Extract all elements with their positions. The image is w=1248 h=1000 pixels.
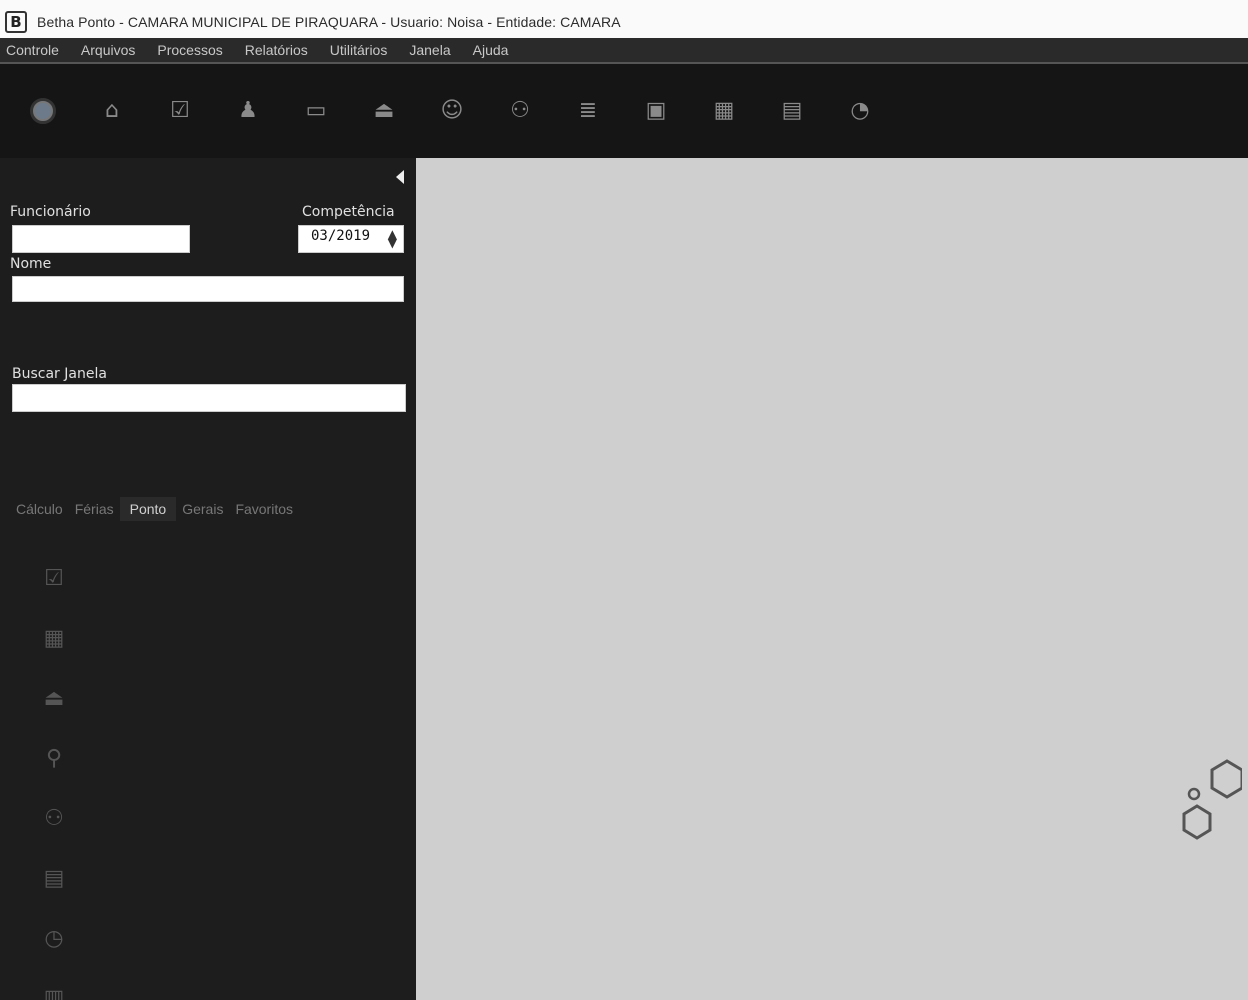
tab-ferias[interactable]: Férias — [69, 498, 120, 520]
competencia-label: Competência — [302, 204, 395, 220]
competencia-value: 03/2019 — [311, 228, 371, 244]
nome-label: Nome — [10, 256, 52, 272]
notification-icon[interactable]: ◔ — [848, 99, 872, 123]
card-icon[interactable]: ▭ — [304, 99, 328, 123]
funcionario-label: Funcionário — [10, 204, 91, 220]
menu-arquivos[interactable]: Arquivos — [81, 42, 135, 58]
list-item[interactable]: ⏏ — [38, 668, 398, 728]
spinner-arrows-icon[interactable]: ▲ ▼ — [388, 228, 397, 249]
main-workspace — [416, 158, 1248, 1000]
sidebar-tabs: Cálculo Férias Ponto Gerais Favoritos — [10, 495, 410, 523]
calendar-check-icon[interactable]: ▤ — [780, 99, 804, 123]
competencia-stepper[interactable]: 03/2019 ▲ ▼ — [298, 225, 404, 253]
menu-bar: Controle Arquivos Processos Relatórios U… — [0, 38, 1248, 64]
list-item[interactable]: ▦ — [38, 608, 398, 668]
users-icon[interactable]: ⚇ — [508, 99, 532, 123]
list-item[interactable]: ◷ — [38, 908, 398, 968]
list-item[interactable]: ⚲ — [38, 728, 398, 788]
calendar-icon: ▦ — [43, 625, 65, 651]
calendar-icon[interactable]: ▣ — [644, 99, 668, 123]
menu-controle[interactable]: Controle — [6, 42, 59, 58]
tab-gerais[interactable]: Gerais — [176, 498, 229, 520]
hexagon-watermark-icon — [1182, 759, 1242, 840]
list-item[interactable]: ⚇ — [38, 788, 398, 848]
checkbox-icon: ☑ — [44, 565, 64, 591]
list-icon[interactable]: ≣ — [576, 99, 600, 123]
funcionario-input[interactable] — [12, 225, 190, 253]
tab-ponto[interactable]: Ponto — [119, 497, 177, 521]
tab-favoritos[interactable]: Favoritos — [229, 498, 299, 520]
feature-list: ☑ ▦ ⏏ ⚲ ⚇ ▤ ◷ ▥ — [38, 548, 398, 1000]
pin-icon: ⚲ — [45, 745, 63, 771]
clock-icon: ◷ — [44, 925, 64, 951]
menu-janela[interactable]: Janela — [409, 42, 450, 58]
list-item[interactable]: ▤ — [38, 848, 398, 908]
sidebar: Funcionário Competência 03/2019 ▲ ▼ Nome … — [0, 158, 416, 1000]
user-icon[interactable]: ♟ — [236, 99, 260, 123]
collapse-arrow-icon[interactable] — [396, 170, 404, 184]
users-icon: ⚇ — [44, 805, 64, 831]
menu-ajuda[interactable]: Ajuda — [473, 42, 509, 58]
menu-processos[interactable]: Processos — [157, 42, 222, 58]
title-bar: B Betha Ponto - CAMARA MUNICIPAL DE PIRA… — [0, 0, 1248, 38]
nome-input[interactable] — [12, 276, 404, 302]
window-title: Betha Ponto - CAMARA MUNICIPAL DE PIRAQU… — [37, 14, 621, 30]
list-item[interactable]: ☑ — [38, 548, 398, 608]
stamp-icon[interactable]: ⏏ — [372, 99, 396, 123]
app-logo-icon: B — [5, 11, 27, 33]
user-plus-icon[interactable]: ☺ — [440, 99, 464, 123]
buscar-janela-input[interactable] — [12, 384, 406, 412]
list-item[interactable]: ▥ — [38, 968, 398, 1000]
calendar-icon-2[interactable]: ▦ — [712, 99, 736, 123]
toolbar: ⌂ ☑ ♟ ▭ ⏏ ☺ ⚇ ≣ ▣ ▦ ▤ ◔ — [0, 64, 1248, 158]
document-icon: ▥ — [43, 985, 65, 1000]
buscar-janela-label: Buscar Janela — [12, 366, 107, 382]
bank-icon[interactable]: ⌂ — [100, 99, 124, 123]
calendar-grid-icon: ▤ — [43, 865, 65, 891]
tab-calculo[interactable]: Cálculo — [10, 498, 69, 520]
clock-icon[interactable] — [30, 98, 56, 124]
menu-relatorios[interactable]: Relatórios — [245, 42, 308, 58]
checkbox-icon[interactable]: ☑ — [168, 99, 192, 123]
stamp-icon: ⏏ — [43, 685, 65, 711]
menu-utilitarios[interactable]: Utilitários — [330, 42, 388, 58]
